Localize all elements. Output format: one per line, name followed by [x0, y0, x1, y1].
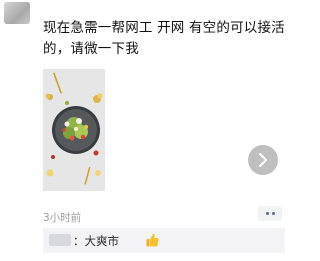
more-dots-icon — [271, 212, 275, 215]
thumbs-up-emoji-icon — [146, 233, 159, 247]
avatar[interactable] — [4, 2, 30, 24]
avatar-image-blurred — [4, 2, 30, 24]
post-photo[interactable] — [43, 69, 105, 191]
post-timestamp: 3小时前 — [43, 212, 82, 224]
comment-section: ：大爽市 — [43, 228, 285, 253]
comment-text: ：大爽市 — [73, 234, 119, 248]
commenter-name-blurred[interactable] — [49, 234, 71, 246]
more-dots-icon — [265, 212, 269, 215]
next-button[interactable] — [248, 145, 278, 175]
chevron-right-icon — [259, 153, 267, 167]
salad-bowl-image — [43, 69, 105, 191]
more-button[interactable] — [258, 206, 282, 221]
post-text: 现在急需一帮网工 开网 有空的可以接活的，请微一下我 — [43, 20, 285, 57]
